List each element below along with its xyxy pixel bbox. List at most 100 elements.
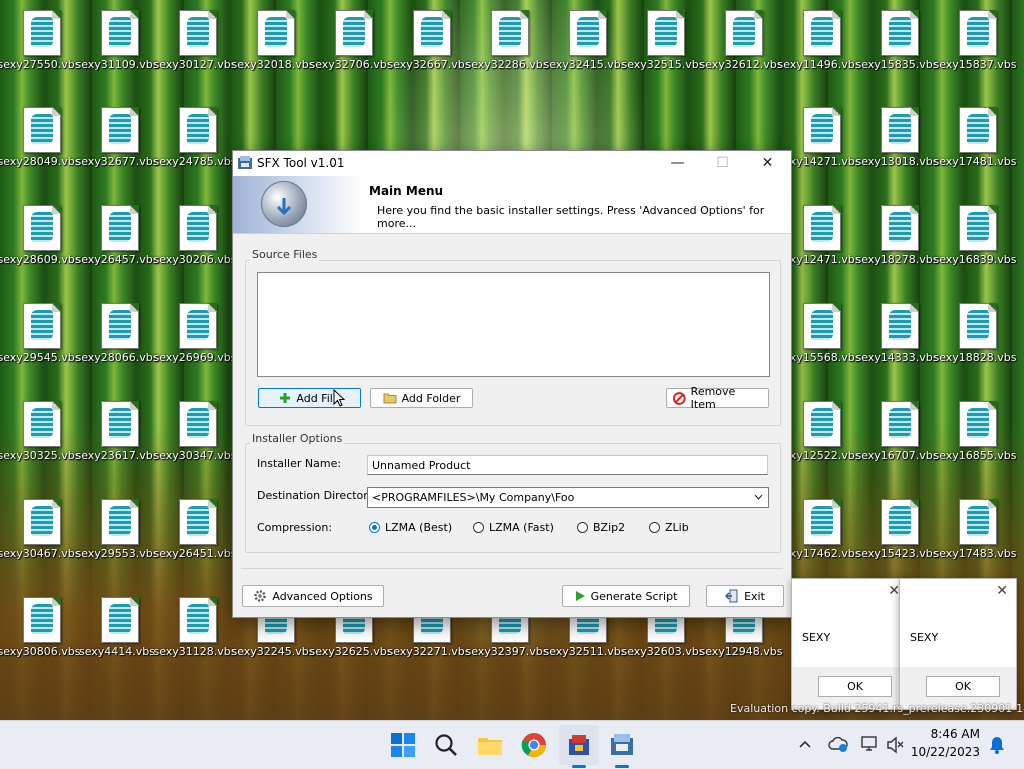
desktop-file-icon[interactable]: sexy26457.vbs <box>75 197 159 273</box>
ok-button[interactable]: OK <box>818 676 892 697</box>
desktop-file-label: sexy31128.vbs <box>153 645 237 658</box>
desktop-file-icon[interactable]: sexy23617.vbs <box>75 393 159 469</box>
file-explorer-icon[interactable] <box>474 729 506 761</box>
desktop-file-icon[interactable]: sexy31109.vbs <box>75 2 159 78</box>
desktop-file-label: sexy32415.vbs <box>543 58 627 71</box>
vbs-file-icon <box>179 303 217 349</box>
desktop-file-icon[interactable]: sexy30806.vbs <box>0 589 81 665</box>
desktop-file-label: sexy32397.vbs <box>465 645 549 658</box>
add-folder-button[interactable]: Add Folder <box>370 388 473 408</box>
generate-script-button[interactable]: Generate Script <box>562 585 690 607</box>
desktop-file-icon[interactable]: sexy32706.vbs <box>309 2 393 78</box>
gear-icon <box>254 590 267 602</box>
desktop-file-icon[interactable]: sexy28609.vbs <box>0 197 81 273</box>
minimize-button[interactable]: — <box>655 151 700 176</box>
desktop-file-label: sexy32677.vbs <box>75 155 159 168</box>
source-files-list[interactable] <box>257 272 770 377</box>
desktop-file-icon[interactable]: sexy18828.vbs <box>933 295 1017 371</box>
desktop-file-label: sexy15837.vbs <box>933 58 1017 71</box>
vbs-file-icon <box>491 10 529 56</box>
desktop-file-icon[interactable]: sexy29553.vbs <box>75 491 159 567</box>
remove-item-button[interactable]: Remove Item <box>666 385 769 411</box>
desktop-file-icon[interactable]: sexy28066.vbs <box>75 295 159 371</box>
chevron-down-icon[interactable] <box>754 494 763 500</box>
desktop-file-icon[interactable]: sexy31128.vbs <box>153 589 237 665</box>
desktop-file-label: sexy18828.vbs <box>933 351 1017 364</box>
desktop-file-icon[interactable]: sexy17481.vbs <box>933 99 1017 175</box>
desktop-file-icon[interactable]: sexy32677.vbs <box>75 99 159 175</box>
taskbar: 8:46 AM 10/22/2023 <box>0 720 1024 769</box>
radio-icon[interactable] <box>577 522 588 533</box>
compression-radio-lzma-best[interactable]: LZMA (Best) <box>369 521 452 534</box>
network-icon[interactable] <box>860 735 880 753</box>
desktop-file-icon[interactable]: sexy18278.vbs <box>855 197 939 273</box>
desktop-file-icon[interactable]: sexy15835.vbs <box>855 2 939 78</box>
windows-start-icon[interactable] <box>387 729 419 761</box>
notification-bell-icon[interactable] <box>988 735 1006 755</box>
chevron-up-icon[interactable] <box>798 739 812 749</box>
compression-radio-bzip2[interactable]: BZip2 <box>577 521 625 534</box>
advanced-options-button[interactable]: Advanced Options <box>242 585 384 607</box>
vbs-file-icon <box>179 10 217 56</box>
desktop-file-icon[interactable]: sexy24785.vbs <box>153 99 237 175</box>
desktop-file-icon[interactable]: sexy16855.vbs <box>933 393 1017 469</box>
desktop-file-icon[interactable]: sexy14333.vbs <box>855 295 939 371</box>
desktop-file-icon[interactable]: sexy32667.vbs <box>387 2 471 78</box>
exit-button[interactable]: Exit <box>706 585 784 607</box>
banner-heading: Main Menu <box>369 184 444 198</box>
desktop-file-icon[interactable]: sexy27550.vbs <box>0 2 81 78</box>
desktop-file-icon[interactable]: sexy15423.vbs <box>855 491 939 567</box>
add-file-button[interactable]: Add File <box>258 388 361 408</box>
desktop-file-icon[interactable]: sexy30467.vbs <box>0 491 81 567</box>
compression-radio-lzma-fast[interactable]: LZMA (Fast) <box>473 521 554 534</box>
destination-directory-combobox[interactable]: <PROGRAMFILES>\My Company\Foo <box>367 487 769 508</box>
desktop-file-icon[interactable]: sexy4414.vbs <box>78 589 156 665</box>
desktop-file-icon[interactable]: sexy26451.vbs <box>153 491 237 567</box>
desktop-file-label: sexy12948.vbs <box>699 645 783 658</box>
desktop-file-icon[interactable]: sexy32515.vbs <box>621 2 705 78</box>
radio-icon[interactable] <box>473 522 484 533</box>
desktop-file-icon[interactable]: sexy30206.vbs <box>153 197 237 273</box>
close-button[interactable]: ✕ <box>745 151 790 176</box>
desktop-file-icon[interactable]: sexy16839.vbs <box>933 197 1017 273</box>
desktop-file-icon[interactable]: sexy17483.vbs <box>933 491 1017 567</box>
play-icon <box>575 591 585 601</box>
desktop-file-icon[interactable]: sexy29545.vbs <box>0 295 81 371</box>
radio-icon[interactable] <box>649 522 660 533</box>
clock-date[interactable]: 10/22/2023 <box>908 745 980 759</box>
desktop-file-icon[interactable]: sexy30127.vbs <box>153 2 237 78</box>
desktop-file-icon[interactable]: sexy30325.vbs <box>0 393 81 469</box>
desktop-file-icon[interactable]: sexy32018.vbs <box>231 2 315 78</box>
chrome-icon[interactable] <box>518 729 550 761</box>
volume-muted-icon[interactable] <box>886 736 906 754</box>
desktop-file-icon[interactable]: sexy28049.vbs <box>0 99 81 175</box>
desktop-file-label: sexy30127.vbs <box>153 58 237 71</box>
desktop-file-label: sexy26457.vbs <box>75 253 159 266</box>
ok-button[interactable]: OK <box>926 676 1000 697</box>
desktop-file-icon[interactable]: sexy32612.vbs <box>699 2 783 78</box>
desktop-file-icon[interactable]: sexy16707.vbs <box>855 393 939 469</box>
maximize-button[interactable]: ☐ <box>700 151 745 176</box>
desktop-file-label: sexy32286.vbs <box>465 58 549 71</box>
desktop-file-icon[interactable]: sexy11496.vbs <box>777 2 861 78</box>
compression-radio-zlib[interactable]: ZLib <box>649 521 689 534</box>
desktop-file-icon[interactable]: sexy32286.vbs <box>465 2 549 78</box>
desktop-file-icon[interactable]: sexy15837.vbs <box>933 2 1017 78</box>
title-bar[interactable]: SFX Tool v1.01 — ☐ ✕ <box>233 151 791 176</box>
sfx-tool-taskbar-icon[interactable] <box>606 729 638 761</box>
desktop-file-icon[interactable]: sexy30347.vbs <box>153 393 237 469</box>
message-box-close-icon[interactable]: ✕ <box>996 583 1008 599</box>
clock-time[interactable]: 8:46 AM <box>908 727 980 741</box>
desktop-file-icon[interactable]: sexy26969.vbs <box>153 295 237 371</box>
desktop-file-icon[interactable]: sexy32415.vbs <box>543 2 627 78</box>
cloud-sync-icon[interactable] <box>828 735 848 753</box>
desktop-file-label: sexy18278.vbs <box>855 253 939 266</box>
installer-name-input[interactable]: Unnamed Product <box>367 455 768 475</box>
installer-app-icon[interactable] <box>563 729 595 761</box>
desktop-file-icon[interactable]: sexy13018.vbs <box>855 99 939 175</box>
vbs-file-icon <box>101 205 139 251</box>
vbs-file-icon <box>959 107 997 153</box>
radio-selected-icon[interactable] <box>369 522 380 533</box>
desktop-file-label: sexy32625.vbs <box>309 645 393 658</box>
search-icon[interactable] <box>430 729 462 761</box>
